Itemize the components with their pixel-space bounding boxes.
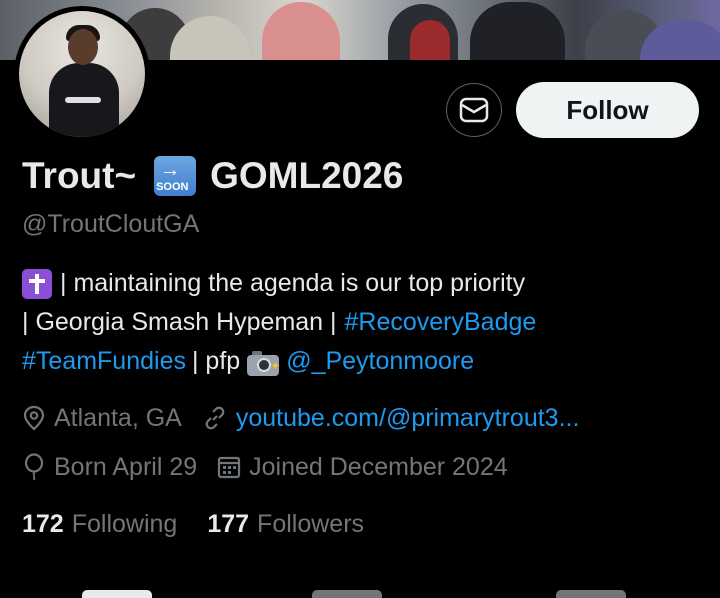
banner-figure xyxy=(410,20,450,60)
follow-stats: 172 Following 177 Followers xyxy=(22,504,394,544)
message-button[interactable] xyxy=(446,83,502,137)
followers-count: 177 xyxy=(207,509,250,538)
tab-partial[interactable] xyxy=(82,590,152,598)
following-stat[interactable]: 172 Following xyxy=(22,510,177,539)
bio-text: | pfp xyxy=(191,347,241,375)
followers-label: Followers xyxy=(257,509,365,538)
soon-arrow-emoji: → SOON xyxy=(154,156,197,196)
tab-partial[interactable] xyxy=(556,590,626,598)
mention-link[interactable]: @_Peytonmoore xyxy=(286,342,474,381)
hashtag-link[interactable]: #RecoveryBadge xyxy=(345,303,537,342)
latin-cross-emoji xyxy=(22,268,52,299)
hashtag-link[interactable]: #TeamFundies xyxy=(22,342,186,381)
followers-stat[interactable]: 177 Followers xyxy=(207,510,364,539)
follow-button[interactable]: Follow xyxy=(516,82,699,138)
birthday-text: Born April 29 xyxy=(54,452,198,481)
bio-line: | maintaining the agenda is our top prio… xyxy=(22,264,712,303)
location-pin-icon xyxy=(22,405,46,431)
banner-figure xyxy=(262,2,340,60)
banner-figure xyxy=(470,2,565,60)
envelope-icon xyxy=(459,97,489,123)
profile-meta-row: Atlanta, GA youtube.com/@primarytrout3..… xyxy=(22,398,579,438)
website-link[interactable]: youtube.com/@primarytrout3... xyxy=(236,404,580,433)
balloon-icon xyxy=(22,453,46,481)
display-name-row: Trout~ → SOON GOML2026 xyxy=(22,154,403,198)
display-name: Trout~ xyxy=(22,155,137,196)
profile-bio: | maintaining the agenda is our top prio… xyxy=(22,264,712,381)
profile-handle: @TroutCloutGA xyxy=(22,210,200,238)
profile-avatar[interactable] xyxy=(14,6,150,142)
tab-partial[interactable] xyxy=(312,590,382,598)
camera-flash-emoji: ✦ xyxy=(246,347,280,377)
bio-text: | Georgia Smash Hypeman | xyxy=(22,308,337,336)
following-count: 172 xyxy=(22,509,64,538)
location-text: Atlanta, GA xyxy=(54,403,182,432)
link-icon xyxy=(202,405,228,431)
avatar-photo xyxy=(19,11,145,137)
calendar-icon xyxy=(217,455,241,479)
following-label: Following xyxy=(71,509,178,538)
bio-text: | maintaining the agenda is our top prio… xyxy=(60,269,526,297)
display-name-suffix: GOML2026 xyxy=(210,155,404,196)
bio-line: | Georgia Smash Hypeman | #RecoveryBadge xyxy=(22,303,712,342)
bio-line: #TeamFundies | pfp ✦ @_Peytonmoore xyxy=(22,342,712,381)
joined-text: Joined December 2024 xyxy=(249,452,508,481)
profile-tabs-strip xyxy=(0,586,720,598)
profile-meta-row: Born April 29 Joined December 2024 xyxy=(22,447,508,487)
